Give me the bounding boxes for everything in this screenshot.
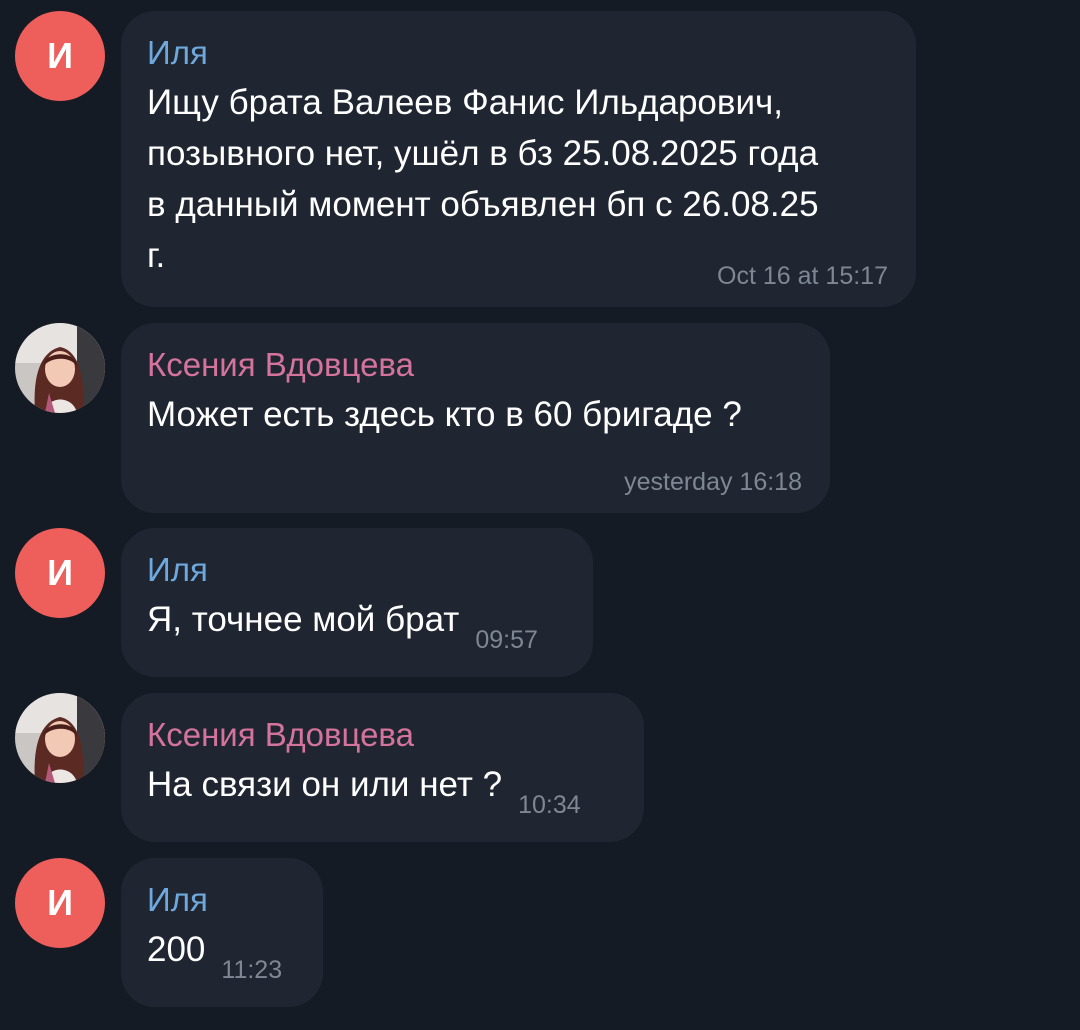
profile-photo-icon bbox=[15, 693, 105, 783]
avatar-initial: И bbox=[47, 882, 73, 923]
message-bubble[interactable]: Ксения Вдовцева На связи он или нет ? 10… bbox=[121, 693, 644, 842]
message-text: Может есть здесь кто в 60 бригаде ? bbox=[147, 389, 804, 440]
avatar-initial: И bbox=[47, 35, 73, 76]
message-bubble[interactable]: Иля Ищу брата Валеев Фанис Ильдарович, п… bbox=[121, 11, 916, 307]
message-time: yesterday 16:18 bbox=[624, 468, 802, 496]
message-line: Может есть здесь кто в 60 бригаде ? bbox=[147, 395, 742, 434]
message-line: позывного нет, ушёл в бз 25.08.2025 года bbox=[147, 134, 819, 173]
avatar-ilya[interactable]: И bbox=[15, 528, 105, 618]
chat-history: И Иля Ищу брата Валеев Фанис Ильдарович,… bbox=[0, 0, 1080, 1030]
avatar-ilya[interactable]: И bbox=[15, 11, 105, 101]
sender-name[interactable]: Иля bbox=[147, 880, 297, 920]
message-text: 200 bbox=[147, 930, 206, 969]
avatar-ilya[interactable]: И bbox=[15, 858, 105, 948]
message-bubble[interactable]: Иля Я, точнее мой брат 09:57 bbox=[121, 528, 593, 677]
profile-photo-icon bbox=[15, 323, 105, 413]
message-bubble[interactable]: Иля 200 11:23 bbox=[121, 858, 323, 1007]
avatar-ksenia[interactable] bbox=[15, 693, 105, 783]
avatar-ksenia[interactable] bbox=[15, 323, 105, 413]
message-line: Ищу брата Валеев Фанис Ильдарович, bbox=[147, 83, 783, 122]
message-line: в данный момент объявлен бп с 26.08.25 bbox=[147, 185, 819, 224]
message-time: 11:23 bbox=[221, 956, 283, 984]
sender-name[interactable]: Иля bbox=[147, 33, 890, 73]
message-time: Oct 16 at 15:17 bbox=[717, 262, 888, 290]
message-bubble[interactable]: Ксения Вдовцева Может есть здесь кто в 6… bbox=[121, 323, 830, 513]
message-time: 09:57 bbox=[475, 626, 538, 654]
message-text: Ищу брата Валеев Фанис Ильдарович, позыв… bbox=[147, 77, 890, 281]
message-text: На связи он или нет ? bbox=[147, 765, 503, 804]
sender-name[interactable]: Иля bbox=[147, 550, 567, 590]
avatar-initial: И bbox=[47, 552, 73, 593]
sender-name[interactable]: Ксения Вдовцева bbox=[147, 345, 804, 385]
message-text: Я, точнее мой брат bbox=[147, 600, 460, 639]
message-time: 10:34 bbox=[518, 791, 581, 819]
sender-name[interactable]: Ксения Вдовцева bbox=[147, 715, 618, 755]
